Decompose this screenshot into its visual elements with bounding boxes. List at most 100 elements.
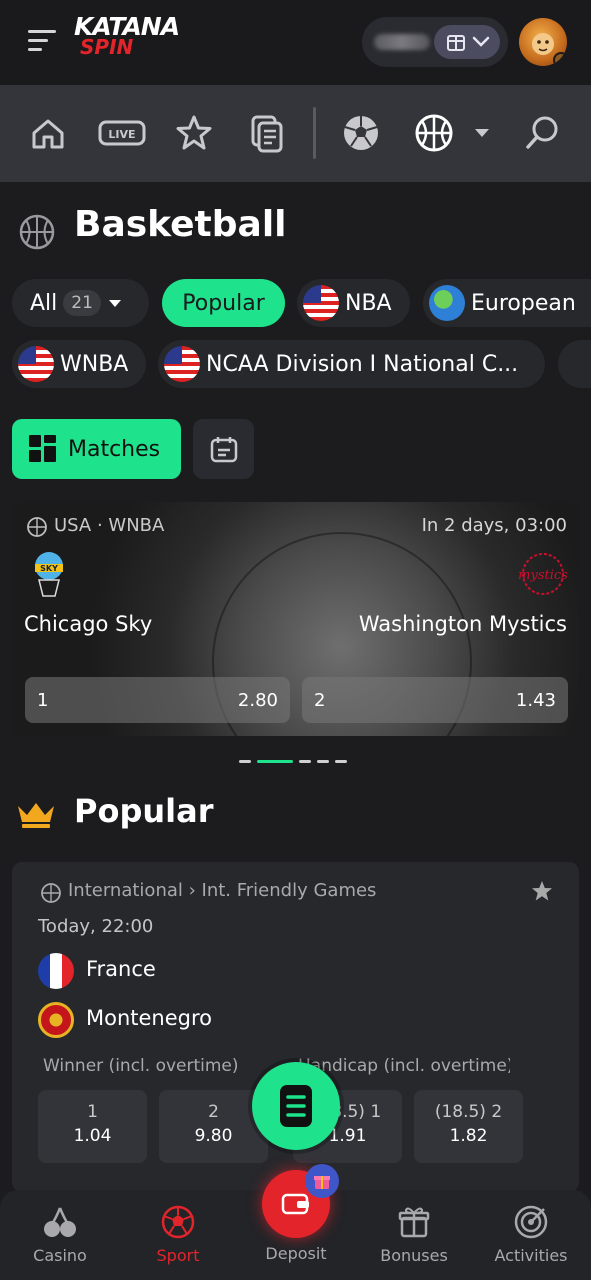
- basketball-icon: [19, 214, 55, 250]
- gift-icon: [398, 1207, 430, 1238]
- odd-label: 1: [87, 1102, 98, 1122]
- featured-odd-1[interactable]: 1 2.80: [25, 677, 290, 723]
- avatar[interactable]: [519, 18, 567, 66]
- bottom-nav-label: Activities: [494, 1246, 568, 1265]
- carousel-dot-active[interactable]: [257, 760, 293, 763]
- carousel-dot[interactable]: [335, 760, 347, 763]
- bottom-nav-label: Sport: [156, 1246, 200, 1265]
- live-label: LIVE: [108, 128, 135, 141]
- search-icon[interactable]: [520, 111, 564, 155]
- home-icon[interactable]: [26, 111, 70, 155]
- match-away-team: Montenegro: [86, 1006, 213, 1030]
- odd-value: 9.80: [194, 1126, 233, 1146]
- match-league: International › Int. Friendly Games: [68, 880, 377, 901]
- page-title: Basketball: [74, 204, 287, 245]
- crown-icon: [18, 803, 54, 828]
- featured-league: USA · WNBA: [54, 515, 165, 536]
- odd-button[interactable]: (18.5) 2 1.82: [414, 1090, 523, 1163]
- montenegro-flag-icon: [38, 1002, 74, 1038]
- bonus-dropdown[interactable]: [434, 25, 500, 59]
- market-handicap-label: Handicap (incl. overtime): [298, 1056, 510, 1076]
- odd-value: 1.04: [73, 1126, 112, 1146]
- filter-nba[interactable]: NBA: [297, 279, 410, 327]
- us-flag-icon: [303, 285, 339, 321]
- filter-ncaa-label: NCAA Division I National C...: [206, 351, 519, 377]
- market-winner-label: Winner (incl. overtime): [43, 1056, 239, 1076]
- us-flag-icon: [164, 346, 200, 382]
- balance-widget[interactable]: [362, 17, 508, 67]
- bottom-nav-label: Casino: [33, 1246, 87, 1265]
- tab-matches-label: Matches: [68, 436, 161, 462]
- svg-text:mystics: mystics: [518, 568, 568, 583]
- chicago-sky-logo: SKY: [35, 552, 63, 597]
- wallet-icon: [281, 1193, 309, 1215]
- svg-text:SKY: SKY: [40, 564, 58, 573]
- top-header: KATANA SPIN: [0, 0, 591, 85]
- match-home-team: France: [86, 957, 156, 981]
- basketball-icon[interactable]: [412, 111, 456, 155]
- carousel-dot[interactable]: [317, 760, 329, 763]
- level-badge: [553, 52, 567, 66]
- odd-button[interactable]: 1 1.04: [38, 1090, 147, 1163]
- filter-european[interactable]: European: [423, 279, 591, 327]
- tab-calendar[interactable]: [193, 419, 254, 479]
- basketball-icon: [27, 517, 47, 537]
- chevron-down-icon[interactable]: [466, 111, 498, 155]
- tab-matches[interactable]: Matches: [12, 419, 181, 479]
- menu-icon[interactable]: [28, 30, 56, 54]
- odd-value: 2.80: [237, 689, 278, 711]
- filter-popular-label: Popular: [182, 290, 265, 316]
- chevron-down-icon: [108, 300, 121, 307]
- odd-label: (18.5) 2: [434, 1102, 503, 1122]
- bottom-nav-sport[interactable]: Sport: [123, 1204, 233, 1265]
- odd-label: 1: [37, 689, 49, 711]
- bottom-nav-bonuses[interactable]: Bonuses: [359, 1204, 469, 1265]
- calendar-icon: [210, 437, 237, 463]
- us-flag-icon: [18, 346, 54, 382]
- basketball-icon: [41, 883, 61, 903]
- soccer-ball-icon: [161, 1205, 195, 1239]
- bottom-nav-casino[interactable]: Casino: [5, 1204, 115, 1265]
- carousel-indicator[interactable]: [239, 760, 347, 763]
- filter-count-badge: 21: [63, 290, 101, 316]
- filter-more[interactable]: [558, 340, 591, 388]
- betslip-fab-button[interactable]: [252, 1062, 340, 1150]
- featured-home-team: Chicago Sky: [24, 612, 153, 636]
- filter-ncaa[interactable]: NCAA Division I National C...: [158, 340, 545, 388]
- globe-icon: [429, 285, 465, 321]
- match-time: Today, 22:00: [38, 916, 154, 937]
- gift-badge-icon: [305, 1164, 339, 1198]
- gift-icon: [447, 35, 490, 51]
- soccer-icon[interactable]: [339, 111, 383, 155]
- bottom-nav-activities[interactable]: Activities: [476, 1204, 586, 1265]
- bottom-nav-label: Bonuses: [380, 1246, 448, 1265]
- favorites-icon[interactable]: [172, 111, 216, 155]
- filter-wnba[interactable]: WNBA: [12, 340, 146, 388]
- filter-wnba-label: WNBA: [60, 351, 129, 377]
- washington-mystics-logo: mystics: [518, 553, 568, 595]
- carousel-dot[interactable]: [299, 760, 311, 763]
- logo[interactable]: KATANA SPIN: [74, 14, 234, 64]
- featured-odd-2[interactable]: 2 1.43: [302, 677, 568, 723]
- live-icon[interactable]: LIVE: [98, 111, 146, 155]
- nav-divider: [313, 107, 316, 159]
- section-title-popular: Popular: [74, 792, 214, 830]
- bottom-nav-deposit[interactable]: Deposit: [241, 1244, 351, 1263]
- bottom-nav-label: Deposit: [265, 1244, 327, 1263]
- filter-european-label: European: [471, 290, 576, 316]
- cherries-icon: [44, 1207, 76, 1237]
- odd-value: 1.82: [449, 1126, 488, 1146]
- featured-time: In 2 days, 03:00: [421, 515, 567, 536]
- filter-all[interactable]: All 21: [12, 279, 149, 327]
- odd-label: 2: [314, 689, 326, 711]
- carousel-dot[interactable]: [239, 760, 251, 763]
- france-flag-icon: [38, 953, 74, 989]
- betslip-icon[interactable]: [245, 111, 289, 155]
- filter-popular[interactable]: Popular: [162, 279, 285, 327]
- featured-away-team: Washington Mystics: [358, 612, 567, 636]
- filter-all-label: All: [30, 290, 58, 316]
- grid-icon: [29, 435, 56, 462]
- filter-nba-label: NBA: [345, 290, 392, 316]
- odd-value: 1.43: [515, 689, 556, 711]
- favorite-star-icon[interactable]: [531, 880, 553, 902]
